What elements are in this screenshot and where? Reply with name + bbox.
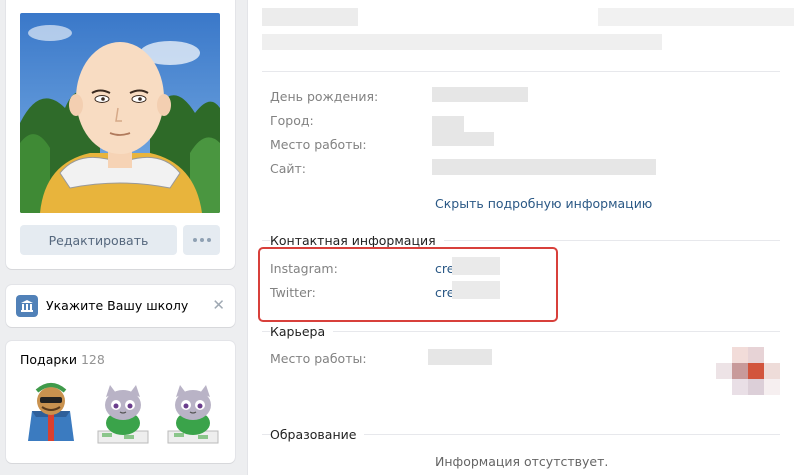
avatar-card: Редактировать	[6, 0, 235, 269]
city-label: Город:	[270, 113, 314, 128]
education-empty-text: Информация отсутствует.	[435, 454, 609, 469]
blurred-name	[262, 8, 358, 26]
career-work-value[interactable]	[428, 349, 492, 365]
birthday-label: День рождения:	[270, 89, 379, 104]
birthday-value[interactable]	[432, 87, 528, 102]
gifts-heading[interactable]: Подарки 128	[20, 352, 105, 367]
profile-info-card: День рождения: Город: Место работы: Сайт…	[248, 0, 810, 475]
education-section-title: Образование	[270, 427, 365, 442]
gifts-card: Подарки 128	[6, 341, 235, 463]
company-logo[interactable]	[716, 347, 780, 395]
more-dot-icon	[192, 238, 197, 242]
gift-item[interactable]	[164, 381, 222, 445]
close-icon[interactable]: ✕	[212, 296, 225, 314]
header-divider	[262, 71, 780, 72]
school-prompt-card[interactable]: Укажите Вашу школу ✕	[6, 285, 235, 327]
career-section-title: Карьера	[270, 324, 334, 339]
more-dot-icon	[206, 238, 211, 242]
gift-item[interactable]	[94, 381, 152, 445]
blurred-online-status	[598, 8, 794, 26]
avatar[interactable]	[20, 13, 220, 213]
edit-profile-button[interactable]: Редактировать	[20, 225, 177, 255]
hide-details-link[interactable]: Скрыть подробную информацию	[435, 196, 652, 211]
blurred-status	[262, 34, 662, 50]
more-dot-icon	[199, 238, 204, 242]
gift-item[interactable]	[22, 381, 80, 445]
site-value[interactable]	[432, 159, 656, 175]
contacts-section-title: Контактная информация	[270, 233, 444, 248]
city-value[interactable]	[432, 116, 464, 132]
career-divider	[262, 331, 780, 332]
school-icon	[16, 295, 38, 317]
gifts-title[interactable]: Подарки	[20, 352, 77, 367]
more-actions-button[interactable]	[183, 225, 220, 255]
site-label: Сайт:	[270, 161, 307, 176]
contacts-highlight-box	[258, 247, 558, 322]
school-prompt-label[interactable]: Укажите Вашу школу	[46, 298, 188, 313]
gifts-count: 128	[80, 352, 105, 367]
career-work-label: Место работы:	[270, 351, 367, 366]
work-label: Место работы:	[270, 137, 367, 152]
work-value[interactable]	[432, 132, 494, 146]
